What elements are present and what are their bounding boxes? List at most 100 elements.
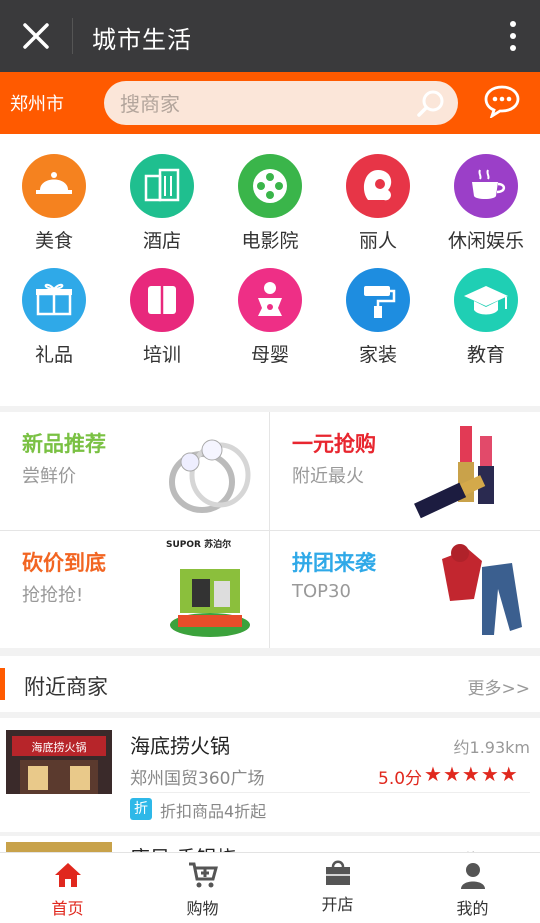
tab-home[interactable]: 首页 [0, 853, 135, 923]
promo-one-yuan[interactable]: 一元抢购 附近最火 [270, 412, 539, 529]
tab-profile[interactable]: 我的 [405, 853, 540, 923]
divider [72, 18, 73, 54]
category-label: 培训 [142, 344, 181, 366]
shop-address: 郑州国贸360广场 [130, 769, 265, 789]
shop-sign-text: 海底捞火锅 [32, 740, 87, 754]
tab-label: 首页 [51, 899, 84, 918]
category-label: 电影院 [241, 230, 299, 252]
discount-badge: 折 [130, 798, 152, 820]
category-item[interactable]: 教育 [432, 268, 540, 367]
city-label: 郑州市 [10, 94, 64, 115]
shop-thumbnail: 海底捞火锅 [6, 730, 112, 794]
search-box[interactable] [104, 81, 458, 125]
city-selector[interactable]: 郑州市 [10, 90, 64, 116]
gift-icon [36, 283, 72, 316]
lipstick-image [414, 426, 494, 519]
promo-divider-h [0, 530, 540, 531]
category-label: 酒店 [142, 230, 181, 252]
promo-subtitle: 附近最火 [292, 466, 364, 487]
category-item[interactable]: 美食 [0, 154, 108, 253]
category-item[interactable]: 培训 [108, 268, 216, 367]
category-item[interactable]: 电影院 [216, 154, 324, 253]
clothes-image [442, 544, 522, 635]
category-label: 母婴 [250, 344, 289, 366]
category-item[interactable]: 丽人 [324, 154, 432, 253]
nearby-header: 附近商家 更多>> [0, 656, 540, 712]
category-label: 美食 [34, 230, 73, 252]
graduation-cap-icon [464, 286, 508, 315]
category-icon-circle [238, 154, 302, 218]
bottom-tab-bar: 首页 购物 开店 我的 [0, 852, 540, 923]
category-label: 教育 [466, 344, 505, 366]
shopping-bag-icon [325, 860, 350, 885]
search-icon[interactable] [416, 89, 446, 119]
category-icon-circle [346, 154, 410, 218]
shop-list-item[interactable]: 海底捞火锅 海底捞火锅 约1.93km 郑州国贸360广场 5.0分 ★★★★★… [0, 718, 540, 832]
category-label: 礼品 [34, 344, 73, 366]
category-icon-circle [130, 268, 194, 332]
divider [130, 792, 530, 793]
category-item[interactable]: 酒店 [108, 154, 216, 253]
promo-bargain[interactable]: 砍价到底 抢抢抢! SUPOR 苏泊尔 [0, 531, 269, 648]
book-icon [148, 286, 176, 314]
brand-logo: SUPOR 苏泊尔 [166, 540, 232, 550]
tab-shopping[interactable]: 购物 [135, 853, 270, 923]
category-item[interactable]: 家装 [324, 268, 432, 367]
category-label: 丽人 [358, 230, 397, 252]
user-icon [460, 863, 485, 889]
top-bar: 城市生活 [0, 0, 540, 72]
promo-title: 一元抢购 [292, 432, 376, 456]
beauty-face-icon [363, 170, 392, 201]
category-label: 休闲娱乐 [447, 230, 524, 252]
hotel-icon [144, 168, 180, 202]
tab-label: 购物 [186, 899, 219, 918]
section-title: 附近商家 [24, 675, 108, 699]
category-icon-circle [454, 154, 518, 218]
category-label: 家装 [358, 344, 397, 366]
promo-title: 新品推荐 [22, 432, 106, 456]
category-icon-circle [22, 268, 86, 332]
promo-subtitle: TOP30 [292, 581, 351, 602]
promo-title: 拼团来袭 [292, 551, 376, 575]
category-item[interactable]: 母婴 [216, 268, 324, 367]
shop-name: 海底捞火锅 [130, 734, 230, 758]
close-icon[interactable] [18, 18, 54, 54]
category-icon-circle [346, 268, 410, 332]
home-icon [54, 863, 81, 887]
search-input[interactable] [118, 89, 412, 119]
promo-group-buy[interactable]: 拼团来袭 TOP30 [270, 531, 539, 648]
rings-image [169, 439, 251, 513]
star-icon: ★ [480, 762, 500, 786]
star-icon: ★ [442, 762, 462, 786]
page-title: 城市生活 [92, 26, 192, 54]
paint-roller-icon [364, 286, 396, 318]
promo-subtitle: 尝鲜价 [22, 466, 76, 487]
tab-label: 我的 [456, 899, 489, 918]
category-icon-circle [130, 154, 194, 218]
more-link[interactable]: 更多>> [468, 674, 531, 699]
category-icon-circle [454, 268, 518, 332]
category-item[interactable]: 礼品 [0, 268, 108, 367]
more-icon[interactable] [508, 20, 518, 52]
star-icon: ★ [461, 762, 481, 786]
film-reel-icon [253, 169, 287, 203]
category-icon-circle [22, 154, 86, 218]
baby-icon [258, 282, 282, 316]
promo-new-arrivals[interactable]: 新品推荐 尝鲜价 [0, 412, 269, 529]
category-item[interactable]: 休闲娱乐 [432, 154, 540, 253]
rating-stars: ★★★★★ [424, 762, 519, 786]
promo-title: 砍价到底 [22, 551, 106, 575]
message-icon[interactable] [484, 84, 520, 118]
star-icon: ★ [499, 762, 519, 786]
discount-text: 折扣商品4折起 [160, 802, 267, 821]
promo-subtitle: 抢抢抢! [22, 585, 84, 606]
search-bar: 郑州市 [0, 72, 540, 134]
tab-label: 开店 [321, 895, 354, 914]
cart-icon [188, 862, 218, 888]
food-cloche-icon [36, 172, 72, 194]
coffee-cup-icon [472, 169, 506, 199]
tab-open-store[interactable]: 开店 [270, 853, 405, 923]
category-icon-circle [238, 268, 302, 332]
category-grid: 美食 酒店 电影院 丽人 休闲娱乐礼品 培训 母婴 家装 教育 [0, 134, 540, 523]
section-accent-bar [0, 668, 5, 700]
